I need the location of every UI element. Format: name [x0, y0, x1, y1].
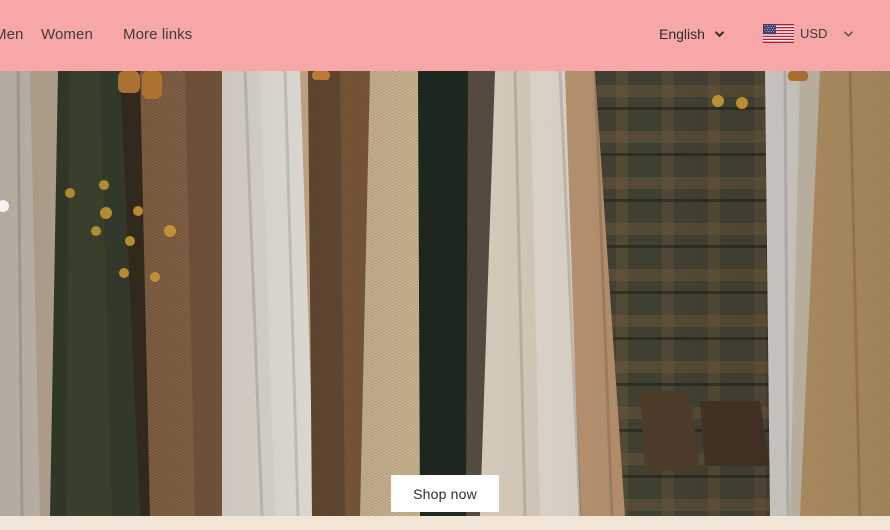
nav-link-men[interactable]: Men	[0, 26, 23, 43]
nav-link-women[interactable]: Women	[41, 26, 93, 43]
currency-selector[interactable]: USD	[763, 24, 854, 43]
shop-now-button[interactable]: Shop now	[391, 475, 499, 512]
hero-banner: Shop now	[0, 71, 890, 516]
chevron-down-icon	[843, 30, 854, 38]
language-label: English	[659, 26, 705, 42]
hero-overlay	[0, 71, 890, 516]
currency-label: USD	[800, 26, 828, 41]
us-flag-icon	[763, 24, 794, 43]
site-header: Men Women More links English USD	[0, 0, 890, 71]
section-divider	[0, 516, 890, 530]
language-selector[interactable]: English	[659, 26, 725, 42]
nav-link-more-links[interactable]: More links	[123, 26, 192, 43]
chevron-down-icon	[714, 30, 725, 38]
